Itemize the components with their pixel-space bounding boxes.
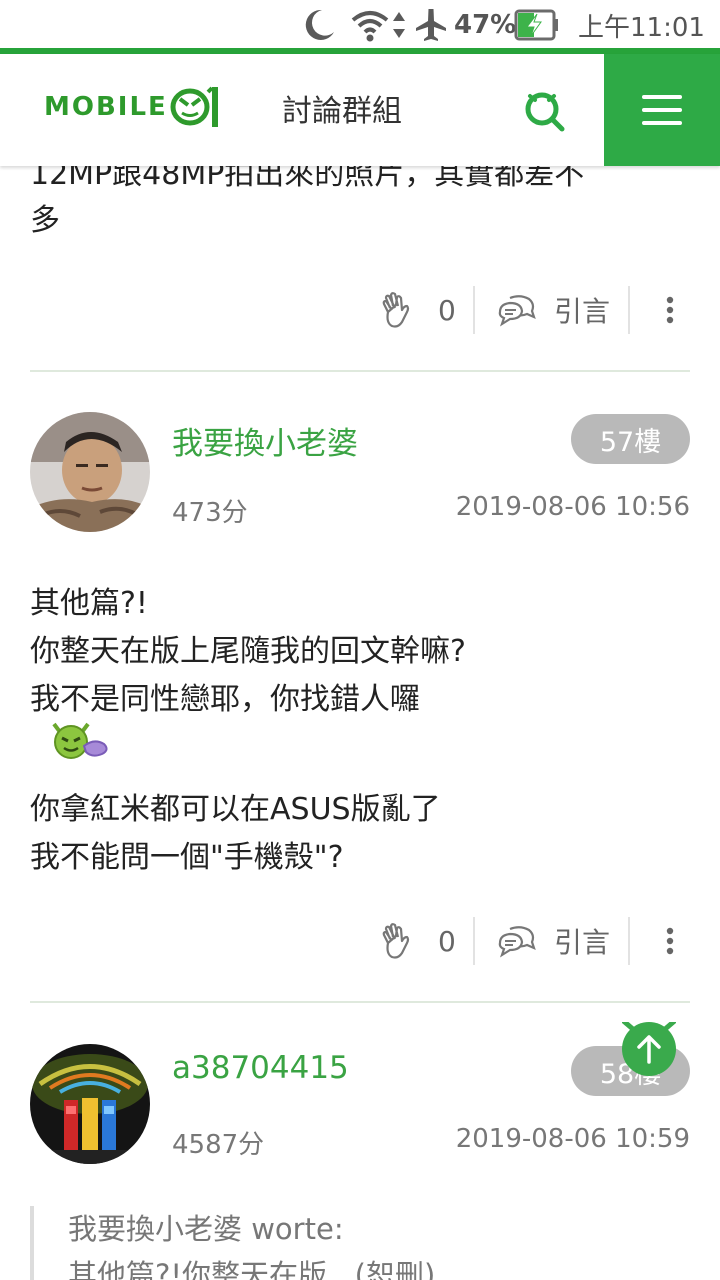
post-body-line: 你整天在版上尾隨我的回文幹嘛? xyxy=(30,634,466,669)
previous-post-line: 多 xyxy=(30,203,60,238)
hamburger-menu-button[interactable] xyxy=(604,54,720,166)
clap-button[interactable] xyxy=(380,284,416,336)
more-vertical-icon xyxy=(666,927,674,955)
post-date: 2019-08-06 10:56 xyxy=(455,492,690,522)
post-divider xyxy=(30,370,690,372)
page-title: 討論群組 xyxy=(282,94,402,129)
clap-icon xyxy=(382,292,410,328)
post-body-line: 我不是同性戀耶，你找錯人囉 xyxy=(30,682,420,717)
logo-01-mark-icon xyxy=(170,86,218,127)
search-icon xyxy=(525,92,565,132)
user-photo-avatar xyxy=(30,412,150,532)
user-score: 473分 xyxy=(172,498,248,528)
battery-charging-icon xyxy=(514,6,560,44)
quote-button[interactable]: 引言 xyxy=(496,915,610,967)
devil-emoticon-icon xyxy=(50,716,112,768)
post-date: 2019-08-06 10:59 xyxy=(455,1124,690,1154)
colorful-lights-avatar xyxy=(30,1044,150,1164)
logo-text: MOBILE xyxy=(44,92,168,122)
post-actions: 0 引言 xyxy=(0,915,720,967)
data-arrows-icon xyxy=(392,6,406,44)
post-body-line: 我不能問一個"手機殼"? xyxy=(30,840,344,875)
more-options-button[interactable] xyxy=(660,284,680,336)
hamburger-menu-icon xyxy=(642,95,682,99)
quote-header: 我要換小老婆 worte: xyxy=(68,1212,344,1246)
post-body-line: 其他篇?! xyxy=(30,586,148,621)
status-bar: 47% 上午11:01 xyxy=(0,0,720,50)
quoted-reply: 我要換小老婆 worte: 其他篇?!你整天在版...(恕刪) xyxy=(30,1206,690,1280)
avatar[interactable] xyxy=(30,1044,150,1164)
username[interactable]: a38704415 xyxy=(172,1050,349,1086)
wifi-icon xyxy=(350,6,390,44)
more-options-button[interactable] xyxy=(660,915,680,967)
post-divider xyxy=(30,1001,690,1003)
quote-label: 引言 xyxy=(554,295,611,328)
quote-bubble-icon xyxy=(498,926,536,958)
back-to-top-button[interactable] xyxy=(622,1022,676,1076)
arrow-up-icon xyxy=(622,1022,676,1064)
moon-icon xyxy=(300,6,338,44)
floor-badge[interactable]: 57樓 xyxy=(571,414,690,464)
previous-post-actions: 0 引言 xyxy=(0,284,720,336)
quote-excerpt: 其他篇?!你整天在版...(恕刪) xyxy=(68,1258,436,1280)
more-vertical-icon xyxy=(666,296,674,324)
clap-count: 0 xyxy=(438,924,456,958)
username[interactable]: 我要換小老婆 xyxy=(172,418,358,463)
post-body-line: 你拿紅米都可以在ASUS版亂了 xyxy=(30,792,441,827)
quote-bubble-icon xyxy=(498,295,536,327)
quote-label: 引言 xyxy=(554,926,611,959)
airplane-icon xyxy=(414,6,448,44)
quote-button[interactable]: 引言 xyxy=(496,284,610,336)
app-header: MOBILE 討論群組 xyxy=(0,54,720,166)
clap-count: 0 xyxy=(438,293,456,327)
user-score: 4587分 xyxy=(172,1130,265,1160)
search-button[interactable] xyxy=(522,88,566,132)
mobile01-logo[interactable]: MOBILE xyxy=(44,84,226,130)
clap-button[interactable] xyxy=(380,915,416,967)
avatar[interactable] xyxy=(30,412,150,532)
clock-time: 上午11:01 xyxy=(578,12,705,43)
battery-percent: 47% xyxy=(454,10,517,40)
clap-icon xyxy=(382,923,410,959)
